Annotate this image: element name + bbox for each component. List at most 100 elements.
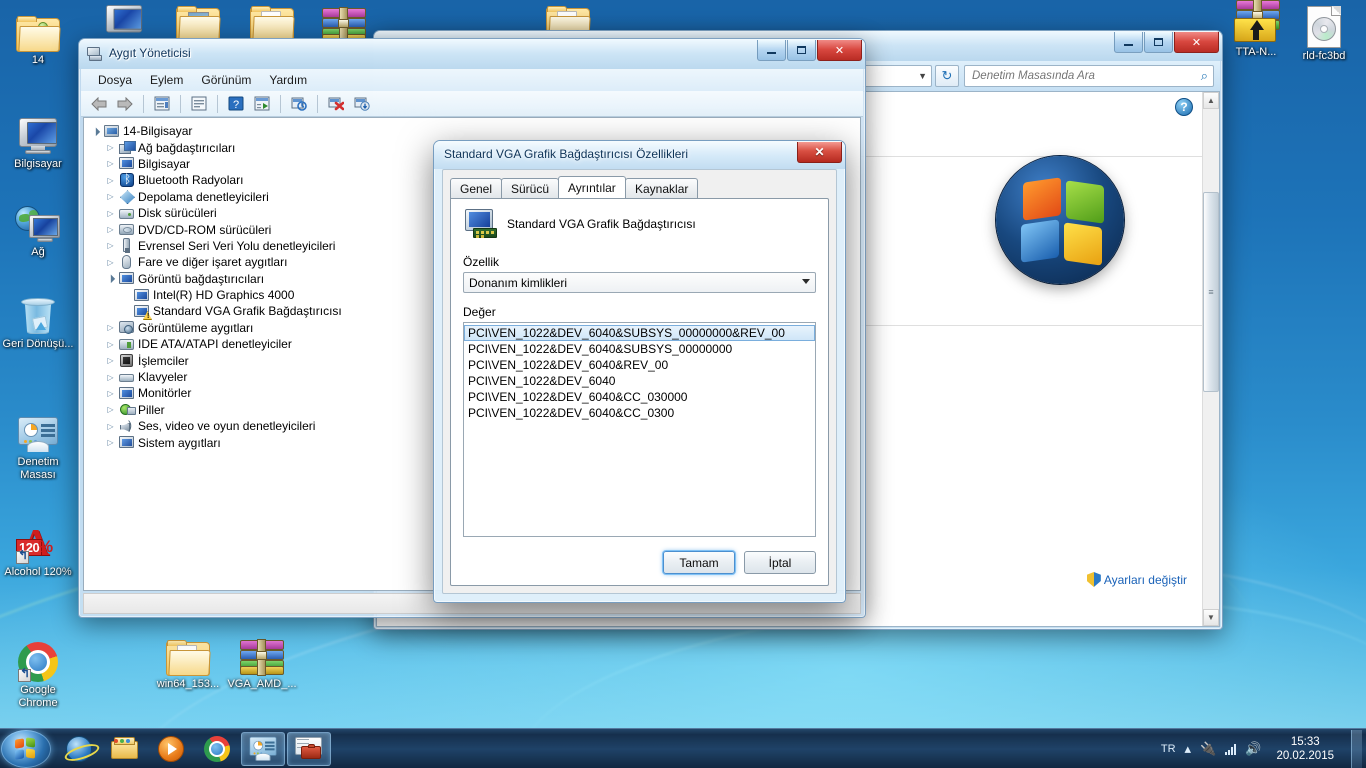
value-list-item[interactable]: PCI\VEN_1022&DEV_6040&CC_030000 (464, 389, 815, 405)
desktop-icon-folder-2[interactable] (234, 0, 310, 42)
taskbar-internet-explorer[interactable] (57, 732, 101, 766)
expand-triangle-icon[interactable]: ◢ (88, 123, 104, 139)
tree-node[interactable]: ◢ 14-Bilgisayar (90, 123, 860, 139)
scrollbar-thumb[interactable]: ≡ (1203, 192, 1219, 392)
desktop-icon-control-panel[interactable]: Denetim Masası (0, 406, 76, 481)
value-listbox[interactable]: PCI\VEN_1022&DEV_6040&SUBSYS_00000000&RE… (463, 322, 816, 537)
back-arrow-icon[interactable] (87, 93, 111, 115)
collapse-triangle-icon[interactable]: ▷ (105, 421, 116, 432)
menu-dosya[interactable]: Dosya (89, 71, 141, 89)
desktop-icon-ag[interactable]: Ağ (0, 196, 76, 259)
desktop-icon-folder-photo[interactable] (160, 0, 236, 42)
desktop-icon-14[interactable]: 14 (0, 4, 76, 67)
value-list-item[interactable]: PCI\VEN_1022&DEV_6040 (464, 373, 815, 389)
chevron-down-icon[interactable] (802, 279, 810, 284)
tab-genel[interactable]: Genel (450, 178, 503, 198)
search-box[interactable]: ⌕ (964, 65, 1214, 87)
menubar[interactable]: Dosya Eylem Görünüm Yardım (81, 69, 863, 91)
device-manager-window-controls[interactable]: ✕ (756, 40, 862, 61)
clock[interactable]: 15:33 20.02.2015 (1270, 735, 1340, 763)
disable-device-icon[interactable] (350, 93, 374, 115)
toolbar[interactable]: ? (81, 91, 863, 117)
close-button[interactable]: ✕ (817, 40, 862, 61)
uninstall-device-icon[interactable] (324, 93, 348, 115)
collapse-triangle-icon[interactable]: ▷ (105, 191, 116, 202)
value-list-item[interactable]: PCI\VEN_1022&DEV_6040&CC_0300 (464, 405, 815, 421)
tab-ayrıntılar[interactable]: Ayrıntılar (558, 176, 626, 198)
desktop[interactable]: 14 Bilgisayar Ağ Geri Dönüşü... Denetim … (0, 0, 1366, 768)
vertical-scrollbar[interactable]: ▲ ≡ ▼ (1202, 92, 1219, 626)
update-driver-icon[interactable] (287, 93, 311, 115)
collapse-triangle-icon[interactable]: ▷ (105, 142, 116, 153)
change-settings-link[interactable]: Ayarları değiştir (1104, 570, 1187, 590)
ok-button[interactable]: Tamam (663, 551, 735, 574)
taskbar-google-chrome[interactable] (195, 732, 239, 766)
menu-eylem[interactable]: Eylem (141, 71, 192, 89)
taskbar[interactable]: TR ▴ 🔌 🔊 15:33 20.02.2015 (0, 728, 1366, 768)
desktop-file-rld[interactable]: rld-fc3bd (1286, 0, 1362, 63)
device-manager-titlebar[interactable]: Aygıt Yöneticisi ✕ (79, 39, 865, 69)
power-plug-icon[interactable]: 🔌 (1200, 741, 1216, 757)
menu-yardim[interactable]: Yardım (260, 71, 316, 89)
network-signal-icon[interactable] (1225, 743, 1237, 755)
collapse-triangle-icon[interactable]: ▷ (105, 224, 116, 235)
dialog-tabs[interactable]: Genel Sürücü Ayrıntılar Kaynaklar (450, 176, 836, 198)
collapse-triangle-icon[interactable]: ▷ (105, 208, 116, 219)
volume-icon[interactable]: 🔊 (1245, 741, 1261, 757)
collapse-triangle-icon[interactable]: ▷ (105, 240, 116, 251)
desktop-file-win64[interactable]: win64_153... (150, 628, 226, 691)
value-list-item[interactable]: PCI\VEN_1022&DEV_6040&SUBSYS_00000000&RE… (464, 325, 815, 341)
collapse-triangle-icon[interactable]: ▷ (105, 355, 116, 366)
collapse-triangle-icon[interactable]: ▷ (105, 404, 116, 415)
collapse-triangle-icon[interactable]: ▷ (105, 158, 116, 169)
dialog-buttons[interactable]: Tamam İptal (663, 551, 816, 574)
collapse-triangle-icon[interactable]: ▷ (105, 388, 116, 399)
chevron-down-icon[interactable]: ▼ (918, 71, 927, 81)
search-input[interactable] (970, 69, 1201, 83)
taskbar-media-player[interactable] (149, 732, 193, 766)
minimize-button[interactable] (1114, 32, 1143, 53)
collapse-triangle-icon[interactable]: ▷ (105, 257, 116, 268)
desktop-icon-chrome[interactable]: Google Chrome (0, 634, 76, 709)
collapse-triangle-icon[interactable]: ▷ (105, 339, 116, 350)
menu-gorunum[interactable]: Görünüm (192, 71, 260, 89)
desktop-icon-alcohol[interactable]: A120% Alcohol 120% (0, 516, 76, 579)
desktop-icon-media-shortcut[interactable] (86, 0, 162, 42)
taskbar-windows-explorer[interactable] (103, 732, 147, 766)
desktop-file-tta-n[interactable]: TTA-N... (1218, 0, 1294, 59)
maximize-button[interactable] (1144, 32, 1173, 53)
system-tray[interactable]: TR ▴ 🔌 🔊 15:33 20.02.2015 (1161, 729, 1366, 768)
tab-kaynaklar[interactable]: Kaynaklar (625, 178, 699, 198)
cancel-button[interactable]: İptal (744, 551, 816, 574)
start-button[interactable] (1, 729, 51, 768)
show-desktop-button[interactable] (1351, 729, 1362, 768)
expand-triangle-icon[interactable]: ◢ (103, 271, 119, 287)
properties-dialog[interactable]: Standard VGA Grafik Bağdaştırıcısı Özell… (433, 140, 846, 603)
desktop-icon-bilgisayar[interactable]: Bilgisayar (0, 108, 76, 171)
desktop-file-vga-amd[interactable]: VGA_AMD_... (224, 628, 300, 691)
maximize-button[interactable] (787, 40, 816, 61)
language-indicator[interactable]: TR (1161, 743, 1176, 755)
properties-icon[interactable] (150, 93, 174, 115)
taskbar-control-panel-window[interactable] (241, 731, 285, 766)
minimize-button[interactable] (757, 40, 786, 61)
help-icon[interactable]: ? (224, 93, 248, 115)
collapse-triangle-icon[interactable]: ▷ (105, 175, 116, 186)
show-hidden-icon[interactable] (187, 93, 211, 115)
taskbar-device-manager-window[interactable] (287, 731, 331, 766)
refresh-button[interactable]: ↻ (935, 65, 959, 87)
close-button[interactable]: ✕ (797, 142, 842, 163)
tab-sürücü[interactable]: Sürücü (501, 178, 560, 198)
close-button[interactable]: ✕ (1174, 32, 1219, 53)
collapse-triangle-icon[interactable]: ▷ (105, 322, 116, 333)
show-hidden-icons-icon[interactable]: ▴ (1185, 741, 1192, 757)
property-dropdown[interactable]: Donanım kimlikleri (463, 272, 816, 293)
taskbar-items[interactable] (57, 731, 331, 766)
collapse-triangle-icon[interactable]: ▷ (105, 372, 116, 383)
desktop-icon-recycle-bin[interactable]: Geri Dönüşü... (0, 288, 76, 351)
scan-hardware-icon[interactable] (250, 93, 274, 115)
forward-arrow-icon[interactable] (113, 93, 137, 115)
value-list-item[interactable]: PCI\VEN_1022&DEV_6040&SUBSYS_00000000 (464, 341, 815, 357)
dialog-titlebar[interactable]: Standard VGA Grafik Bağdaştırıcısı Özell… (434, 141, 845, 169)
collapse-triangle-icon[interactable]: ▷ (105, 437, 116, 448)
